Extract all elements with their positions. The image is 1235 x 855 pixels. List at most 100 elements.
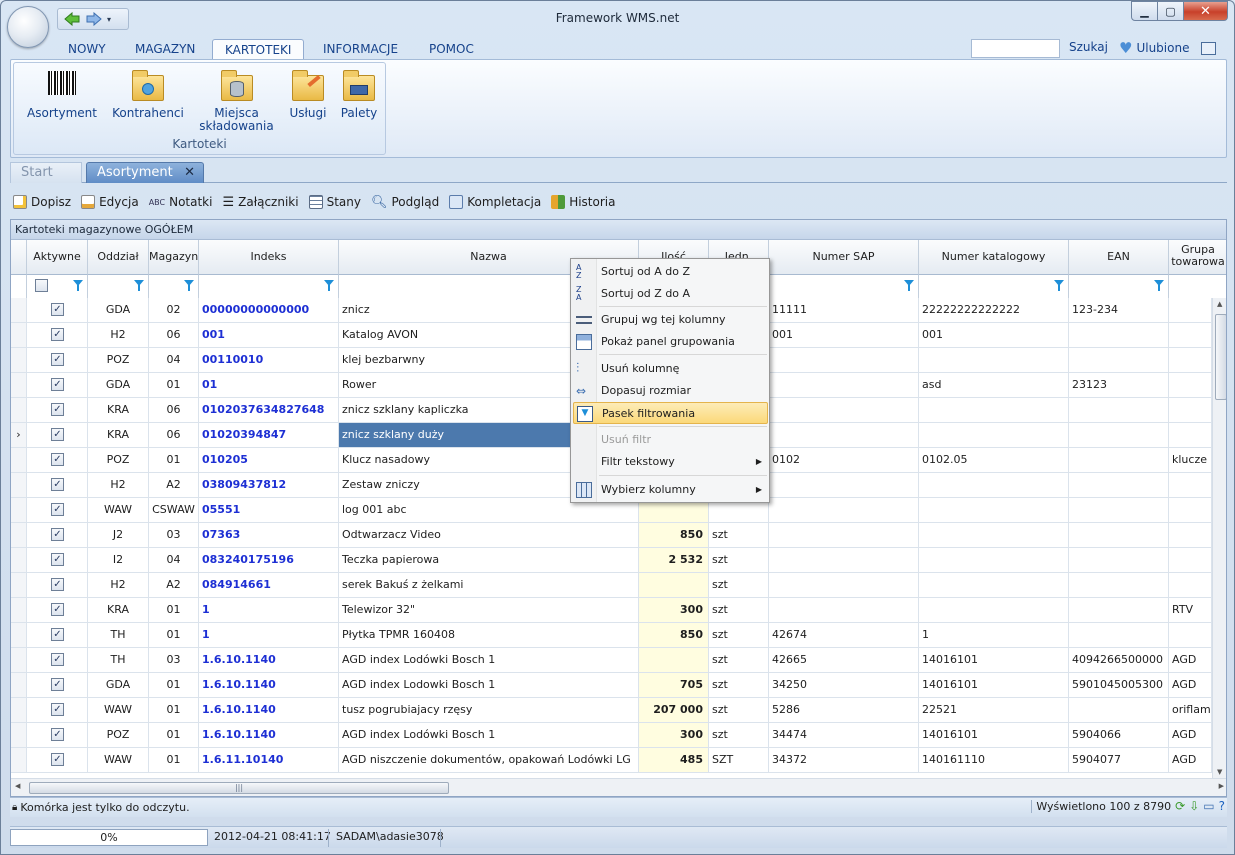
unit-cell[interactable]: szt xyxy=(709,623,769,648)
store-cell[interactable]: 03 xyxy=(149,648,199,673)
notatki-button[interactable]: ABC Notatki xyxy=(149,195,213,209)
filter-funnel-icon[interactable] xyxy=(73,280,83,291)
qty-cell[interactable]: 485 xyxy=(639,748,709,773)
ean-cell[interactable] xyxy=(1069,523,1169,548)
unit-cell[interactable]: szt xyxy=(709,548,769,573)
active-cell[interactable]: ✓ xyxy=(27,698,88,723)
table-row[interactable]: ✓ WAW 01 1.6.10.1140 tusz pogrubiajacy rzęsy… xyxy=(11,698,1212,723)
filter-funnel-icon[interactable] xyxy=(134,280,144,291)
name-cell[interactable]: serek Bakuś z żelkami xyxy=(339,573,639,598)
table-row[interactable]: ✓ TH 03 1.6.10.1140 AGD index Lodówki Bosch … xyxy=(11,648,1212,673)
row-indicator[interactable] xyxy=(11,548,27,573)
branch-cell[interactable]: GDA xyxy=(88,298,149,323)
filter-numer-sap[interactable] xyxy=(769,275,919,298)
store-cell[interactable]: 01 xyxy=(149,748,199,773)
tab-informacje[interactable]: INFORMACJE xyxy=(311,39,410,60)
index-cell[interactable]: 1.6.11.10140 xyxy=(199,748,339,773)
group-cell[interactable] xyxy=(1169,398,1212,423)
ean-cell[interactable]: 23123 xyxy=(1069,373,1169,398)
branch-cell[interactable]: H2 xyxy=(88,573,149,598)
group-cell[interactable] xyxy=(1169,348,1212,373)
store-cell[interactable]: 01 xyxy=(149,623,199,648)
active-checkbox[interactable]: ✓ xyxy=(51,553,64,566)
cat-cell[interactable]: 14016101 xyxy=(919,723,1069,748)
uslugi-button[interactable]: Usługi xyxy=(284,69,332,120)
help-icon[interactable]: ? xyxy=(1219,799,1225,813)
tab-magazyn[interactable]: MAGAZYN xyxy=(123,39,207,60)
name-cell[interactable]: tusz pogrubiajacy rzęsy xyxy=(339,698,639,723)
menu-filter-bar[interactable]: ▼ Pasek filtrowania xyxy=(573,402,768,424)
active-cell[interactable]: ✓ xyxy=(27,573,88,598)
index-cell[interactable]: 01 xyxy=(199,373,339,398)
row-indicator[interactable] xyxy=(11,348,27,373)
store-cell[interactable]: 06 xyxy=(149,423,199,448)
index-cell[interactable]: 1 xyxy=(199,623,339,648)
row-indicator[interactable] xyxy=(11,673,27,698)
historia-button[interactable]: Historia xyxy=(551,195,615,209)
name-cell[interactable]: AGD index Lodówki Bosch 1 xyxy=(339,648,639,673)
row-indicator[interactable] xyxy=(11,498,27,523)
branch-cell[interactable]: POZ xyxy=(88,348,149,373)
branch-cell[interactable]: GDA xyxy=(88,673,149,698)
sap-cell[interactable] xyxy=(769,473,919,498)
active-checkbox[interactable]: ✓ xyxy=(51,528,64,541)
unit-cell[interactable]: szt xyxy=(709,598,769,623)
ean-cell[interactable]: 5904077 xyxy=(1069,748,1169,773)
table-row[interactable]: ✓ POZ 01 1.6.10.1140 AGD index Lodówki Bosch… xyxy=(11,723,1212,748)
branch-cell[interactable]: WAW xyxy=(88,498,149,523)
podglad-button[interactable]: 🔍︎ Podgląd xyxy=(371,195,439,210)
tab-start[interactable]: Start xyxy=(10,162,82,183)
store-cell[interactable]: 01 xyxy=(149,698,199,723)
tab-kartoteki[interactable]: KARTOTEKI xyxy=(212,39,305,60)
kompletacja-button[interactable]: Kompletacja xyxy=(449,195,541,209)
active-cell[interactable]: ✓ xyxy=(27,298,88,323)
index-cell[interactable]: 07363 xyxy=(199,523,339,548)
filter-funnel-icon[interactable] xyxy=(904,280,914,291)
group-cell[interactable]: AGD xyxy=(1169,673,1212,698)
group-cell[interactable]: RTV xyxy=(1169,598,1212,623)
active-checkbox[interactable]: ✓ xyxy=(51,303,64,316)
sap-cell[interactable] xyxy=(769,523,919,548)
index-cell[interactable]: 1.6.10.1140 xyxy=(199,648,339,673)
active-cell[interactable]: ✓ xyxy=(27,323,88,348)
row-indicator[interactable] xyxy=(11,698,27,723)
branch-cell[interactable]: POZ xyxy=(88,448,149,473)
header-numer-sap[interactable]: Numer SAP xyxy=(769,240,919,275)
ean-cell[interactable] xyxy=(1069,348,1169,373)
group-cell[interactable] xyxy=(1169,473,1212,498)
filter-funnel-icon[interactable] xyxy=(1054,280,1064,291)
unit-cell[interactable]: szt xyxy=(709,573,769,598)
cat-cell[interactable]: 14016101 xyxy=(919,673,1069,698)
store-cell[interactable]: 03 xyxy=(149,523,199,548)
row-indicator[interactable] xyxy=(11,748,27,773)
qty-cell[interactable]: 207 000 xyxy=(639,698,709,723)
unit-cell[interactable]: szt xyxy=(709,673,769,698)
sap-cell[interactable] xyxy=(769,373,919,398)
group-cell[interactable]: AGD xyxy=(1169,723,1212,748)
branch-cell[interactable]: TH xyxy=(88,648,149,673)
asortyment-button[interactable]: Asortyment xyxy=(24,69,100,120)
menu-sort-descending[interactable]: Z A Sortuj od Z do A xyxy=(573,283,768,305)
cat-cell[interactable] xyxy=(919,523,1069,548)
ean-cell[interactable] xyxy=(1069,698,1169,723)
active-cell[interactable]: ✓ xyxy=(27,523,88,548)
branch-cell[interactable]: I2 xyxy=(88,548,149,573)
cat-cell[interactable] xyxy=(919,498,1069,523)
row-indicator[interactable]: › xyxy=(11,423,27,448)
header-ean[interactable]: EAN xyxy=(1069,240,1169,275)
branch-cell[interactable]: KRA xyxy=(88,423,149,448)
vertical-scrollbar[interactable]: ▲ ▼ xyxy=(1212,298,1226,778)
sap-cell[interactable] xyxy=(769,598,919,623)
active-checkbox[interactable]: ✓ xyxy=(51,478,64,491)
ean-cell[interactable]: 5904066 xyxy=(1069,723,1169,748)
qty-cell[interactable] xyxy=(639,648,709,673)
active-cell[interactable]: ✓ xyxy=(27,723,88,748)
store-cell[interactable]: 04 xyxy=(149,348,199,373)
horizontal-scroll-thumb[interactable]: ||| xyxy=(29,782,449,794)
sap-cell[interactable] xyxy=(769,498,919,523)
sap-cell[interactable]: 5286 xyxy=(769,698,919,723)
group-cell[interactable] xyxy=(1169,573,1212,598)
application-orb-button[interactable] xyxy=(7,6,49,48)
index-cell[interactable]: 001 xyxy=(199,323,339,348)
name-cell[interactable]: AGD index Lodówki Bosch 1 xyxy=(339,723,639,748)
